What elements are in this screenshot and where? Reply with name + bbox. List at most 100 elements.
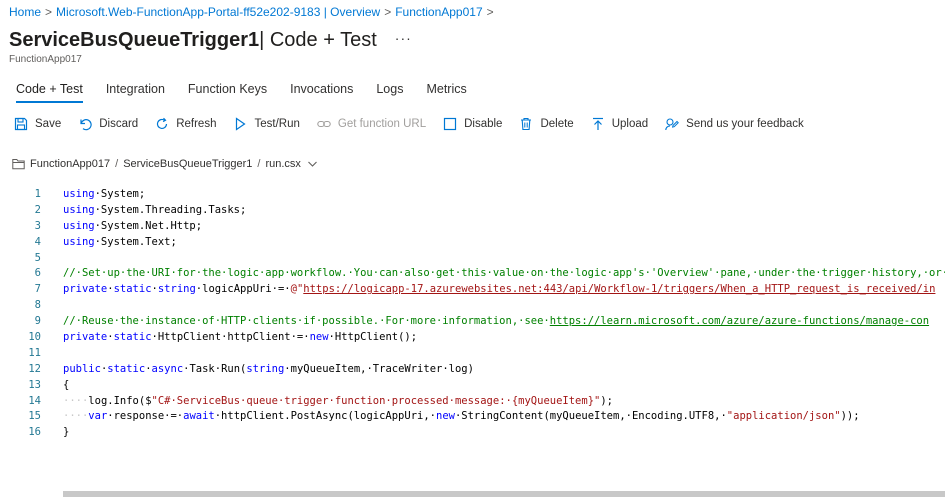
code-line[interactable]: 16} xyxy=(0,425,945,441)
code-line[interactable]: 14 ····log.Info($"C#·ServiceBus·queue·tri… xyxy=(0,394,945,410)
tab-code-test[interactable]: Code + Test xyxy=(16,82,83,103)
tab-function-keys[interactable]: Function Keys xyxy=(188,82,267,103)
disable-button[interactable]: Disable xyxy=(443,117,502,131)
refresh-button[interactable]: Refresh xyxy=(155,117,216,131)
tab-logs[interactable]: Logs xyxy=(376,82,403,103)
code-token: ·StringContent(myQueueItem,·Encoding.UTF… xyxy=(454,410,727,423)
feedback-person-icon xyxy=(665,118,680,131)
tab-integration[interactable]: Integration xyxy=(106,82,165,103)
chevron-down-icon[interactable] xyxy=(306,158,319,170)
tab-metrics[interactable]: Metrics xyxy=(426,82,466,103)
line-number: 9 xyxy=(34,315,41,328)
code-line[interactable]: 1 using·System; xyxy=(0,187,945,203)
checkbox-icon xyxy=(443,117,457,131)
feedback-button[interactable]: Send us your feedback xyxy=(665,117,804,131)
code-token: private xyxy=(63,331,108,344)
code-text: private·static·HttpClient·httpClient·=·n… xyxy=(63,330,417,346)
code-line[interactable]: 8 xyxy=(0,298,945,314)
code-token: ···· xyxy=(63,410,89,423)
code-token: using xyxy=(63,188,95,200)
refresh-label: Refresh xyxy=(176,118,217,130)
line-number: 8 xyxy=(34,299,41,312)
code-text: public·static·async·Task·Run(string·myQu… xyxy=(63,362,474,378)
breadcrumb-resource-group[interactable]: Microsoft.Web-FunctionApp-Portal-ff52e20… xyxy=(56,5,380,19)
code-line[interactable]: 9 //·Reuse·the·instance·of·HTTP·clients·i… xyxy=(0,314,945,330)
upload-button[interactable]: Upload xyxy=(591,117,648,131)
code-token: )); xyxy=(840,410,860,423)
code-line[interactable]: 7 private·static·string·logicAppUri·=·@"h… xyxy=(0,282,945,298)
delete-label: Delete xyxy=(540,118,574,130)
get-function-url-button[interactable]: Get function URL xyxy=(317,117,426,131)
code-line[interactable]: 15 ····var·response·=·await·httpClient.Po… xyxy=(0,409,945,425)
code-token: ·System; xyxy=(94,188,146,200)
code-token: static xyxy=(113,331,152,344)
discard-button[interactable]: Discard xyxy=(78,117,138,131)
code-text: //·Set·up·the·URI·for·the·logic·app·work… xyxy=(63,266,945,282)
link-icon xyxy=(317,120,331,128)
code-token: ·System.Net.Http; xyxy=(94,219,203,232)
code-token: public xyxy=(63,362,101,375)
file-path-breadcrumb: FunctionApp017 / ServiceBusQueueTrigger1… xyxy=(12,158,319,170)
code-line[interactable]: 2 using·System.Threading.Tasks; xyxy=(0,203,945,219)
code-text: using·System.Net.Http; xyxy=(63,219,202,235)
code-token: ·HttpClient(); xyxy=(328,331,418,344)
breadcrumb-function-app[interactable]: FunctionApp017 xyxy=(395,5,482,19)
code-token: await xyxy=(183,410,215,423)
upload-icon xyxy=(592,117,603,130)
code-line[interactable]: 10 private·static·HttpClient·httpClient·=… xyxy=(0,330,945,346)
breadcrumb-separator: > xyxy=(45,5,53,19)
horizontal-scrollbar[interactable] xyxy=(63,491,945,497)
line-number: 15 xyxy=(28,410,41,423)
upload-label: Upload xyxy=(611,118,649,130)
code-token: ); xyxy=(600,394,614,407)
code-text: } xyxy=(63,425,69,441)
code-token: ·myQueueItem,·TraceWriter·log) xyxy=(284,362,474,375)
breadcrumb: Home > Microsoft.Web-FunctionApp-Portal-ff… xyxy=(9,5,498,19)
code-editor[interactable]: 1 using·System; 2 using·System.Threading.Ta… xyxy=(0,187,945,441)
line-number: 2 xyxy=(34,203,41,216)
breadcrumb-home[interactable]: Home xyxy=(9,5,41,19)
test-run-button[interactable]: Test/Run xyxy=(233,117,300,131)
code-token: ·logicAppUri·=· xyxy=(195,283,291,296)
code-text: using·System.Threading.Tasks; xyxy=(63,203,246,219)
page-title-section: | Code + Test xyxy=(259,29,377,51)
path-separator: / xyxy=(115,158,119,170)
code-text: //·Reuse·the·instance·of·HTTP·clients·if… xyxy=(63,314,929,330)
code-token: using xyxy=(63,203,95,216)
line-number: 1 xyxy=(34,188,41,200)
page-subtitle: FunctionApp017 xyxy=(9,54,82,65)
code-line[interactable]: 11 xyxy=(0,346,945,362)
code-line[interactable]: 3 using·System.Net.Http; xyxy=(0,219,945,235)
code-line[interactable]: 5 xyxy=(0,251,945,267)
breadcrumb-separator: > xyxy=(486,5,494,19)
code-text: using·System; xyxy=(63,187,145,203)
more-options-button[interactable]: ··· xyxy=(395,30,412,46)
delete-button[interactable]: Delete xyxy=(519,117,574,131)
save-icon xyxy=(14,117,28,131)
code-text: ····log.Info($"C#·ServiceBus·queue·trigg… xyxy=(63,394,613,410)
code-token: "C#·ServiceBus·queue·trigger·function·pr… xyxy=(151,394,601,407)
save-label: Save xyxy=(35,118,62,130)
code-line[interactable]: 6 //·Set·up·the·URI·for·the·logic·app·wor… xyxy=(0,266,945,282)
file-selector[interactable]: run.csx xyxy=(265,158,300,170)
line-number: 12 xyxy=(28,362,41,375)
code-token: @" xyxy=(290,283,304,296)
code-token: } xyxy=(63,426,70,439)
code-line[interactable]: 12 public·static·async·Task·Run(string·my… xyxy=(0,362,945,378)
line-number: 4 xyxy=(34,235,41,248)
feedback-label: Send us your feedback xyxy=(686,118,804,130)
code-text: private·static·string·logicAppUri·=·@"ht… xyxy=(63,282,935,298)
trash-icon xyxy=(521,117,532,131)
code-token: static xyxy=(113,283,152,296)
tab-invocations[interactable]: Invocations xyxy=(290,82,353,103)
refresh-icon xyxy=(157,117,168,130)
code-token: https://learn.microsoft.com/azure/azure-… xyxy=(549,315,930,328)
breadcrumb-separator: > xyxy=(384,5,392,19)
page-title-function: ServiceBusQueueTrigger1 xyxy=(9,29,260,51)
line-number: 13 xyxy=(28,378,41,391)
code-token: var xyxy=(88,410,108,423)
save-button[interactable]: Save xyxy=(14,117,61,131)
code-line[interactable]: 13 { xyxy=(0,378,945,394)
code-line[interactable]: 4 using·System.Text; xyxy=(0,235,945,251)
line-number: 10 xyxy=(28,331,41,344)
